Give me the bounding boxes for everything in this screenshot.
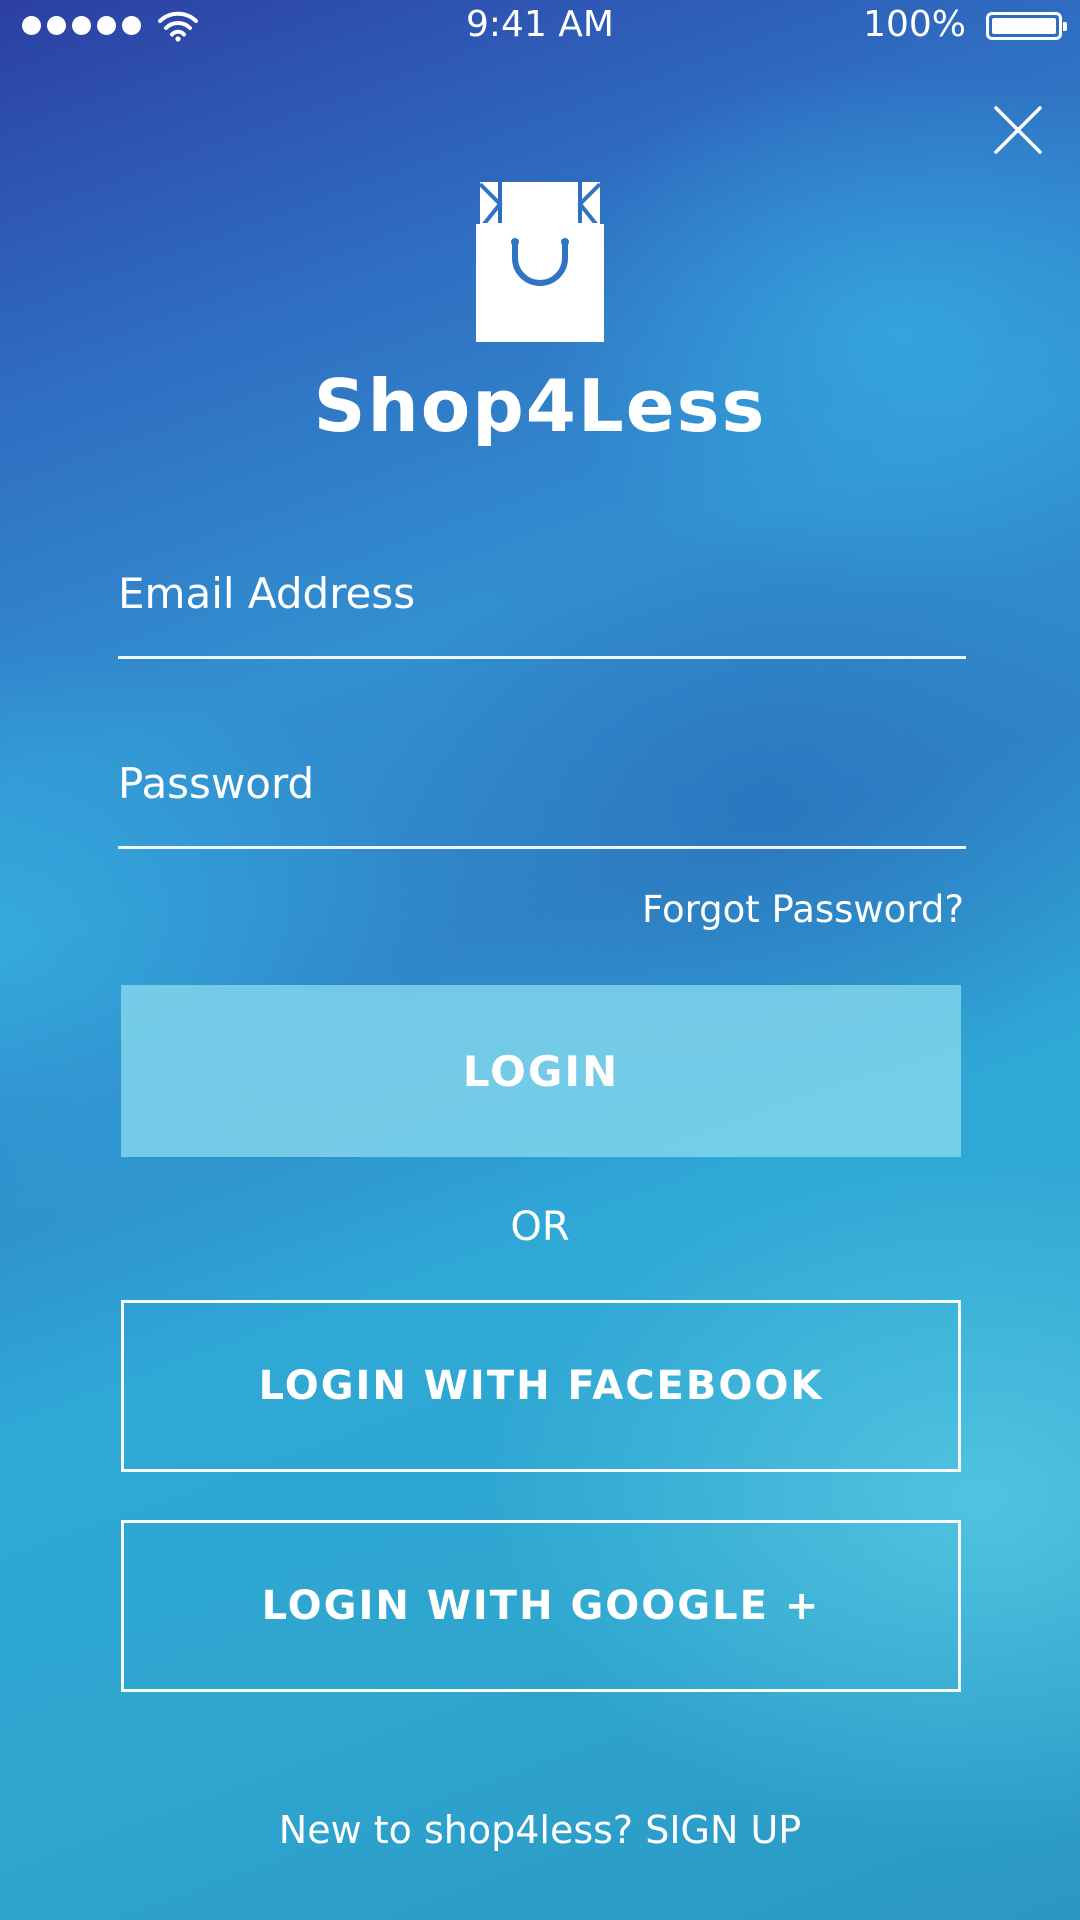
password-field[interactable] [118,759,966,808]
signup-link[interactable]: SIGN UP [645,1808,801,1852]
signup-prompt: New to shop4less? SIGN UP [0,1808,1080,1852]
login-button[interactable]: LOGIN [121,985,961,1157]
login-with-google-button[interactable]: LOGIN WITH GOOGLE + [121,1520,961,1692]
signup-prompt-text: New to shop4less? [278,1808,634,1852]
password-field-container [118,726,966,849]
battery-percentage: 100% [863,4,966,45]
login-with-facebook-button[interactable]: LOGIN WITH FACEBOOK [121,1300,961,1472]
email-field-container [118,536,966,659]
battery-icon [986,12,1067,40]
login-screen: 9:41 AM 100% Shop4Less Forgot Password? … [0,0,1080,1920]
forgot-password-link[interactable]: Forgot Password? [642,888,964,931]
or-divider-label: OR [510,1204,570,1250]
shopping-bag-icon [476,182,604,342]
email-field[interactable] [118,569,966,618]
close-icon[interactable] [988,100,1048,160]
status-bar: 9:41 AM 100% [0,0,1080,54]
app-title: Shop4Less [313,364,767,448]
